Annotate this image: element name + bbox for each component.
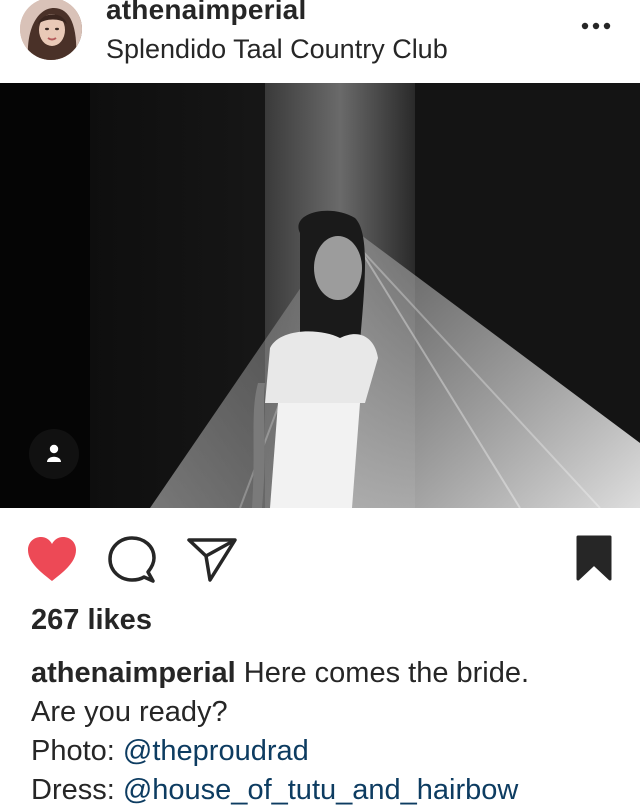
post-location[interactable]: Splendido Taal Country Club bbox=[106, 34, 448, 65]
dress-credit-label: Dress: bbox=[31, 774, 115, 806]
comment-button[interactable] bbox=[106, 534, 158, 586]
direct-share-icon bbox=[187, 538, 237, 582]
action-bar bbox=[0, 508, 640, 604]
person-tag-icon bbox=[47, 444, 61, 462]
heart-icon bbox=[28, 537, 76, 581]
comment-icon bbox=[108, 536, 156, 583]
like-button[interactable] bbox=[26, 535, 78, 583]
tagged-people-button[interactable] bbox=[29, 429, 79, 479]
post-caption: athenaimperial Here comes the bride. Are… bbox=[31, 654, 631, 810]
caption-dress-credit: Dress: @house_of_tutu_and_hairbow bbox=[31, 771, 631, 810]
bookmark-icon bbox=[576, 535, 612, 581]
more-options-icon bbox=[581, 22, 611, 30]
post-header: athenaimperial Splendido Taal Country Cl… bbox=[0, 0, 640, 82]
photo-credit-mention[interactable]: @theproudrad bbox=[123, 735, 309, 767]
post-username[interactable]: athenaimperial bbox=[106, 0, 306, 26]
caption-text: Here comes the bride. bbox=[243, 657, 530, 689]
photo-credit-label: Photo: bbox=[31, 735, 115, 767]
save-button[interactable] bbox=[574, 534, 614, 582]
caption-line-1: athenaimperial Here comes the bride. bbox=[31, 654, 631, 693]
likes-count[interactable]: 267 likes bbox=[31, 604, 152, 637]
photo-image bbox=[0, 83, 640, 508]
share-button[interactable] bbox=[186, 534, 238, 586]
caption-username[interactable]: athenaimperial bbox=[31, 657, 236, 689]
caption-photo-credit: Photo: @theproudrad bbox=[31, 732, 631, 771]
more-options-button[interactable] bbox=[578, 14, 614, 38]
avatar-image bbox=[20, 0, 82, 60]
post-photo[interactable] bbox=[0, 83, 640, 508]
caption-line-2: Are you ready? bbox=[31, 696, 228, 728]
avatar[interactable] bbox=[20, 0, 82, 60]
dress-credit-mention[interactable]: @house_of_tutu_and_hairbow bbox=[123, 774, 518, 806]
